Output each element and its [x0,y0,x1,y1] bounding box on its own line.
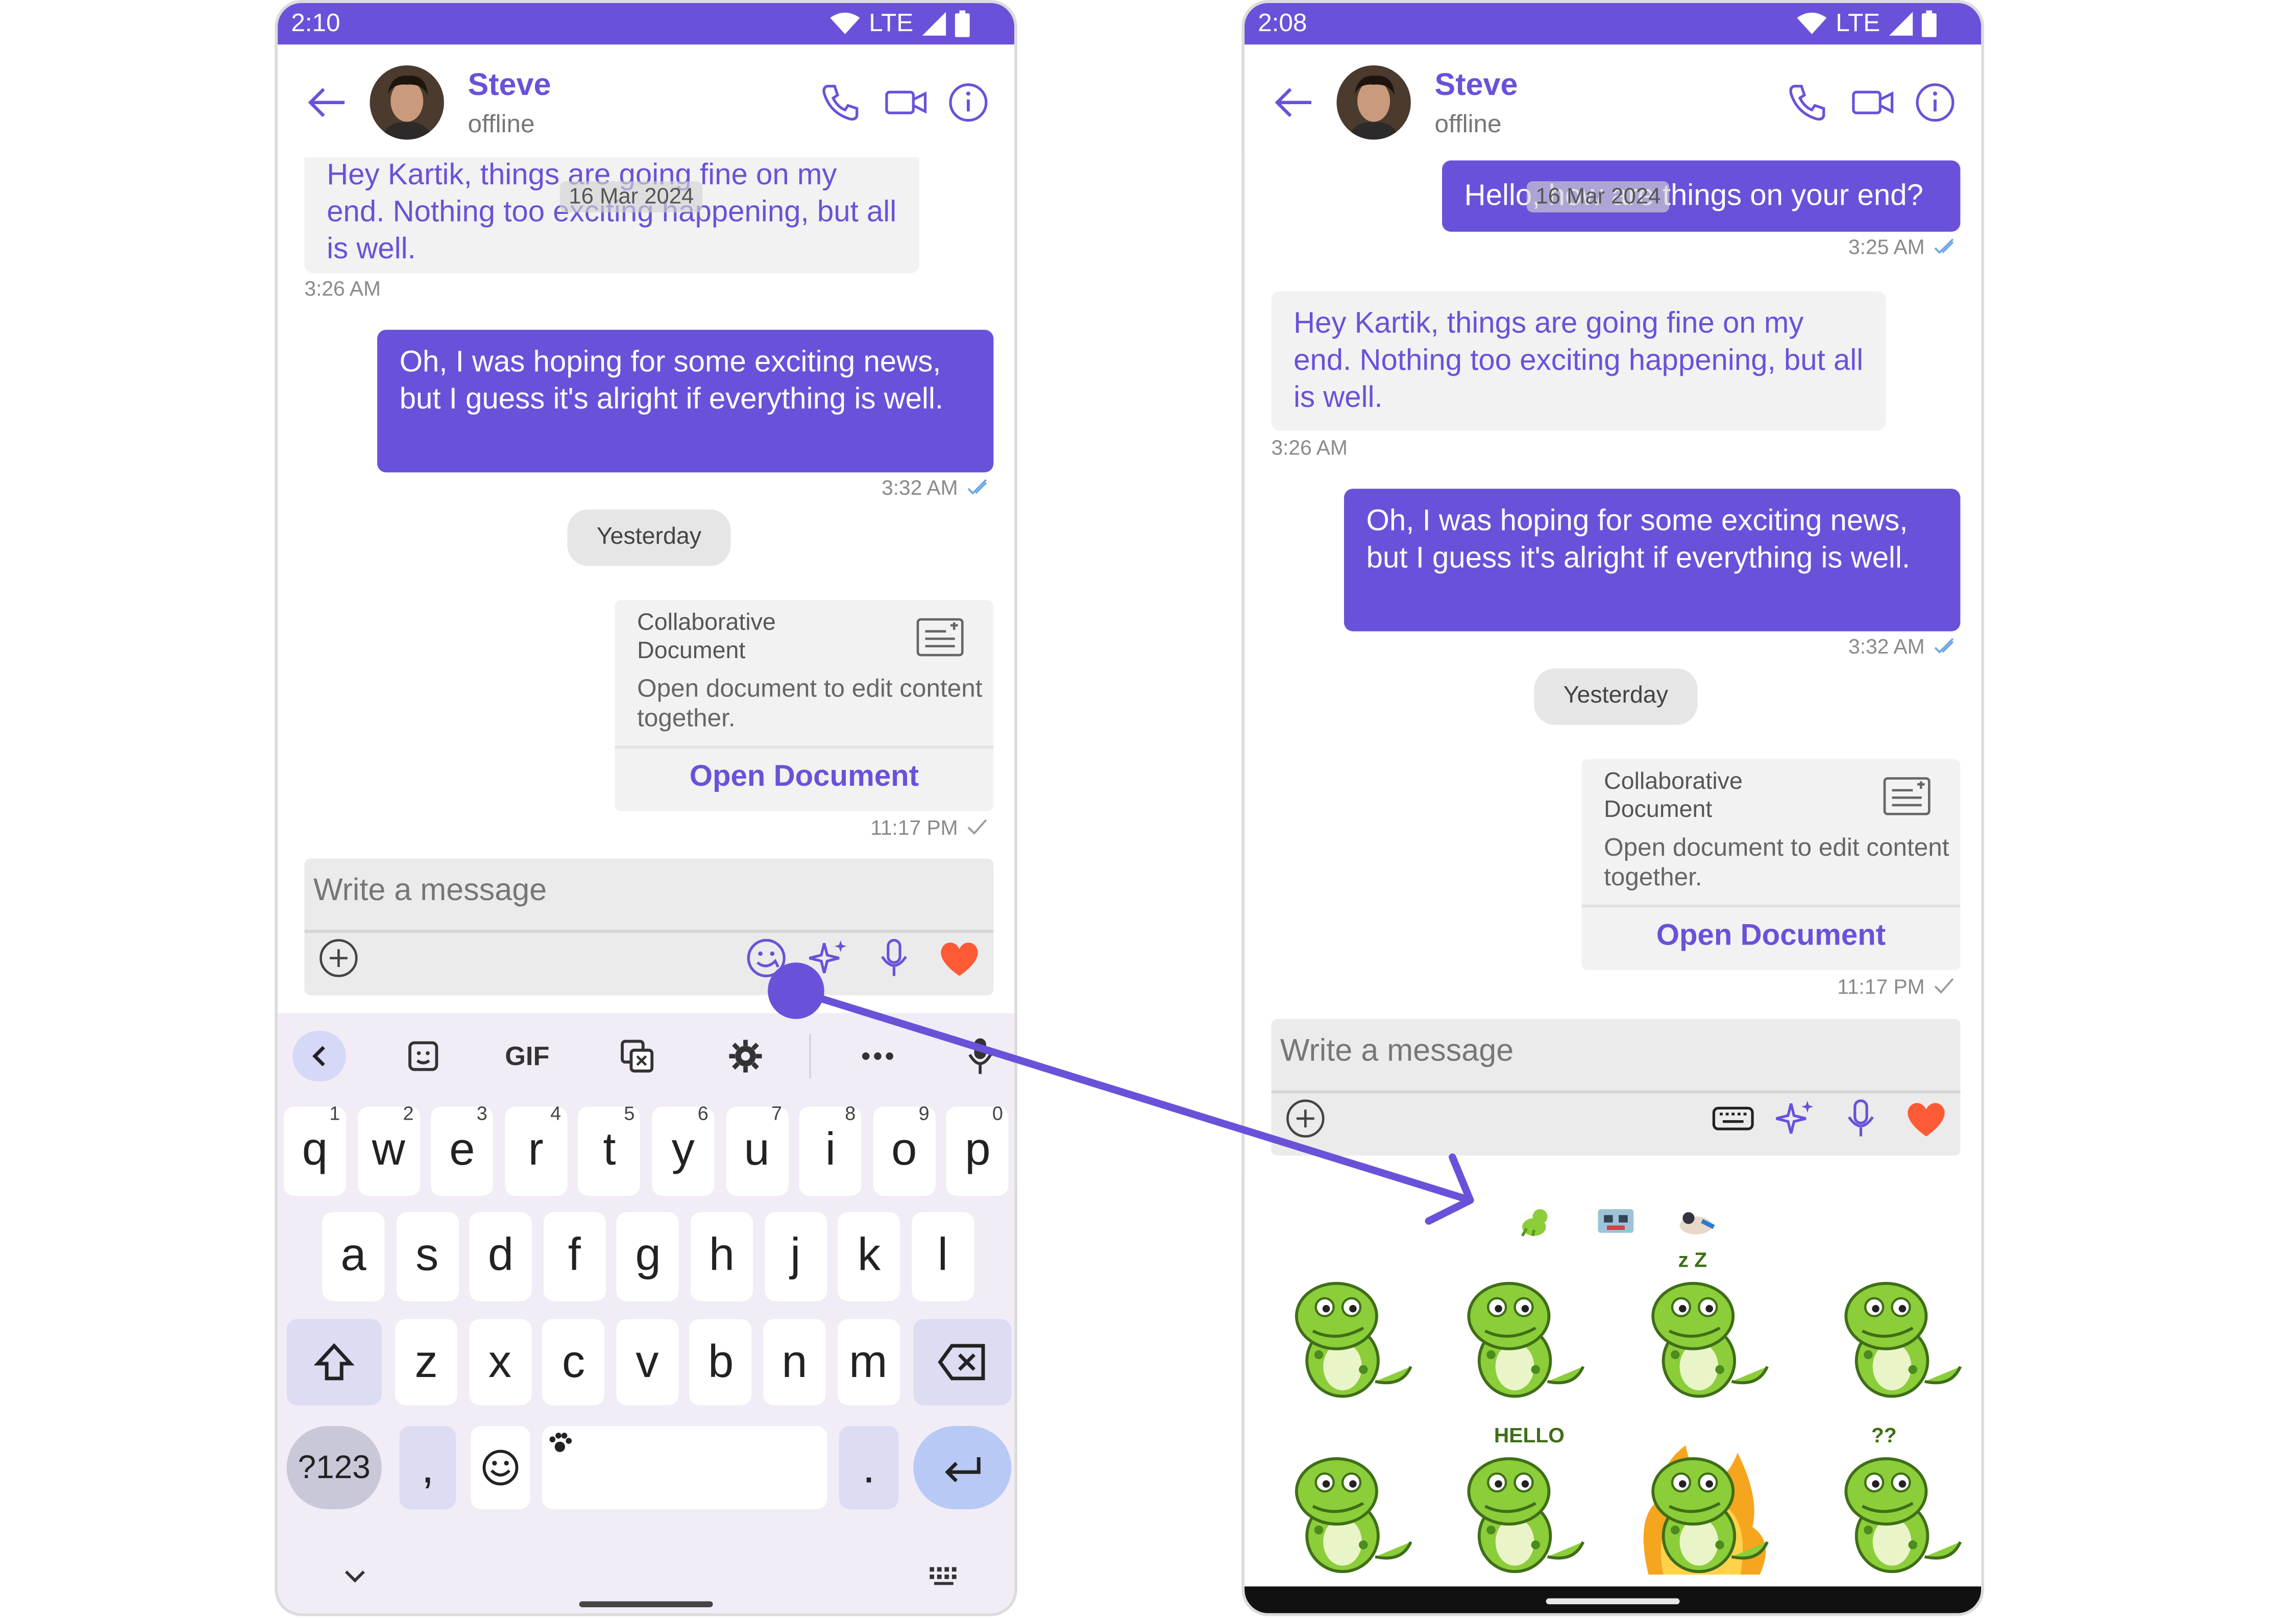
flow-arrow [795,987,1474,1225]
comparison-stage: 2:10 LTE Hey Kartik, things are going fi… [0,0,2296,1619]
flow-arrow-line [795,987,1472,1204]
